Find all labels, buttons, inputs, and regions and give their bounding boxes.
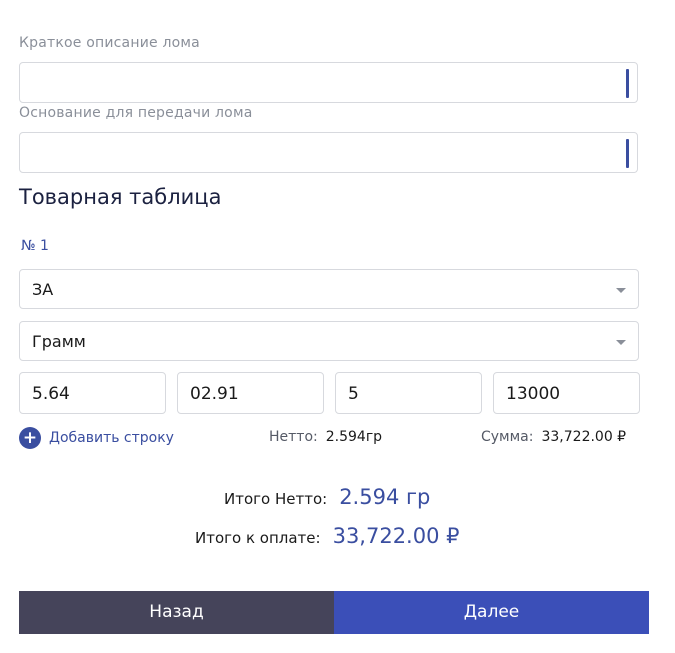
row-netto-value: 2.594гр <box>325 429 383 445</box>
row-netto: Нетто: 2.594гр <box>269 429 382 445</box>
short-description-label: Краткое описание лома <box>19 35 200 51</box>
total-netto: Итого Нетто: 2.594 гр <box>224 485 430 509</box>
row-input-3-value: 5 <box>348 384 359 404</box>
row-input-1-value: 5.64 <box>32 384 70 404</box>
unit-select-value: Грамм <box>32 332 86 351</box>
chevron-down-icon <box>616 340 626 345</box>
row-sum: Сумма: 33,722.00 ₽ <box>481 429 626 445</box>
unit-select[interactable]: Грамм <box>19 321 639 361</box>
row-sum-value: 33,722.00 ₽ <box>541 429 627 445</box>
total-payment-label: Итого к оплате: <box>195 529 321 547</box>
goods-table-title: Товарная таблица <box>19 185 222 209</box>
text-caret <box>626 69 629 98</box>
row-input-3[interactable]: 5 <box>335 372 482 414</box>
row-input-2[interactable]: 02.91 <box>177 372 324 414</box>
row-input-2-value: 02.91 <box>190 384 239 404</box>
back-button[interactable]: Назад <box>19 591 334 634</box>
short-description-input[interactable] <box>19 62 638 103</box>
basis-label: Основание для передачи лома <box>19 105 253 121</box>
item-select-value: ЗА <box>32 280 54 299</box>
chevron-down-icon <box>616 288 626 293</box>
next-button[interactable]: Далее <box>334 591 649 634</box>
row-input-4[interactable]: 13000 <box>493 372 640 414</box>
basis-input[interactable] <box>19 132 638 173</box>
total-payment: Итого к оплате: 33,722.00 ₽ <box>195 524 460 548</box>
item-select[interactable]: ЗА <box>19 269 639 309</box>
add-row-button[interactable]: + Добавить строку <box>19 427 174 449</box>
plus-icon[interactable]: + <box>19 427 41 449</box>
row-input-1[interactable]: 5.64 <box>19 372 166 414</box>
add-row-label[interactable]: Добавить строку <box>49 430 174 446</box>
row-number: № 1 <box>21 238 49 254</box>
total-netto-value: 2.594 гр <box>339 485 431 509</box>
total-payment-value: 33,722.00 ₽ <box>332 524 460 548</box>
row-sum-label: Сумма: <box>481 429 534 445</box>
text-caret <box>626 139 629 168</box>
row-netto-label: Нетто: <box>269 429 318 445</box>
total-netto-label: Итого Нетто: <box>224 490 328 508</box>
row-input-4-value: 13000 <box>506 384 561 404</box>
